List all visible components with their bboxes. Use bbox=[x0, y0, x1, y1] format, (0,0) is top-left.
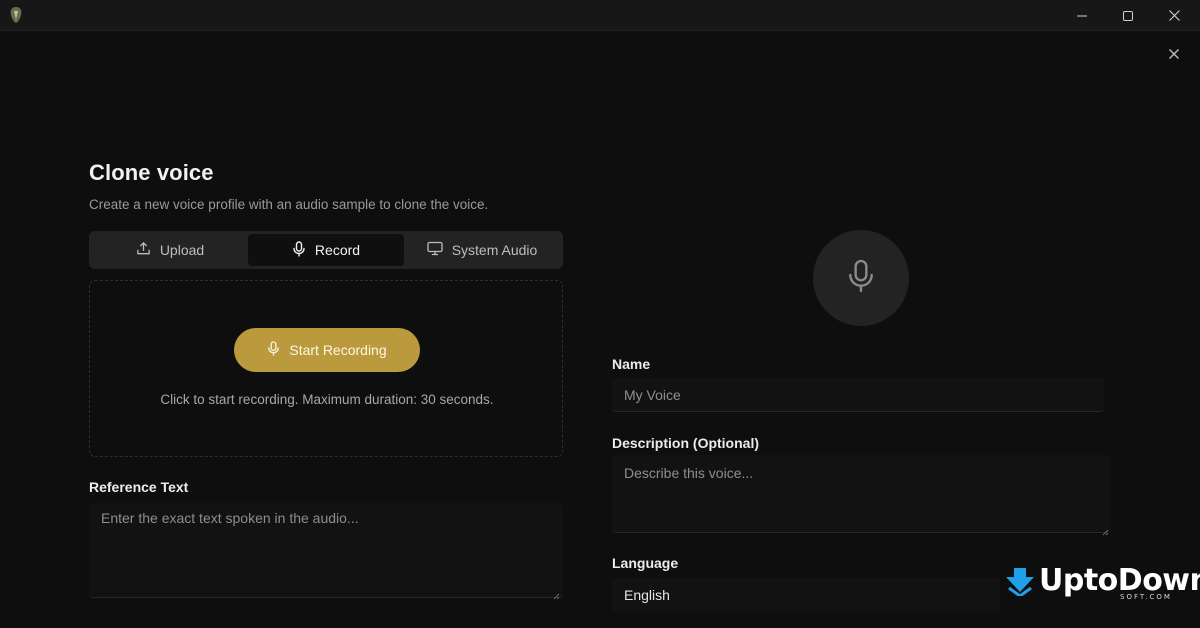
start-recording-button[interactable]: Start Recording bbox=[234, 328, 420, 372]
watermark-subtext: SOFT.COM bbox=[1120, 593, 1172, 601]
reference-text-label: Reference Text bbox=[89, 479, 189, 495]
app-logo-icon bbox=[8, 6, 24, 24]
maximize-button[interactable] bbox=[1105, 0, 1151, 31]
tab-record[interactable]: Record bbox=[248, 234, 404, 266]
reference-text-placeholder: Enter the exact text spoken in the audio… bbox=[101, 510, 359, 526]
reference-text-input[interactable]: Enter the exact text spoken in the audio… bbox=[89, 503, 563, 600]
name-label: Name bbox=[612, 356, 651, 372]
upload-icon bbox=[136, 241, 151, 259]
close-icon bbox=[1169, 46, 1179, 64]
tab-system-audio-label: System Audio bbox=[451, 242, 538, 258]
tab-upload[interactable]: Upload bbox=[92, 234, 248, 266]
record-dropzone: Start Recording Click to start recording… bbox=[89, 280, 563, 457]
dialog-close-button[interactable] bbox=[1163, 44, 1185, 66]
record-hint: Click to start recording. Maximum durati… bbox=[160, 392, 494, 407]
app-window: Clone voice Create a new voice profile w… bbox=[0, 0, 1200, 628]
tab-upload-label: Upload bbox=[159, 242, 205, 258]
uptodown-watermark: UptoDown SOFT.COM bbox=[1005, 566, 1200, 602]
dialog-title: Clone voice bbox=[89, 160, 214, 185]
title-bar bbox=[0, 0, 1200, 31]
microphone-icon bbox=[846, 258, 876, 299]
resize-handle-icon[interactable] bbox=[1101, 523, 1109, 536]
name-placeholder: My Voice bbox=[624, 387, 681, 403]
description-input[interactable]: Describe this voice... bbox=[612, 455, 1110, 536]
tab-system-audio[interactable]: System Audio bbox=[404, 234, 560, 266]
language-value: English bbox=[624, 587, 670, 603]
name-input[interactable]: My Voice bbox=[612, 378, 1104, 412]
description-placeholder: Describe this voice... bbox=[624, 465, 754, 481]
description-label: Description (Optional) bbox=[612, 435, 759, 451]
tab-record-label: Record bbox=[314, 242, 361, 258]
uptodown-logo-icon bbox=[1005, 568, 1035, 601]
start-recording-label: Start Recording bbox=[289, 342, 387, 358]
dialog-subtitle: Create a new voice profile with an audio… bbox=[89, 197, 489, 212]
language-select[interactable]: English bbox=[612, 578, 1000, 612]
resize-handle-icon[interactable] bbox=[552, 587, 560, 600]
language-label: Language bbox=[612, 555, 679, 571]
voice-avatar[interactable] bbox=[813, 230, 909, 326]
source-tabs: Upload Record System Audio bbox=[89, 231, 563, 269]
monitor-icon bbox=[427, 241, 443, 259]
microphone-icon bbox=[267, 341, 280, 359]
minimize-button[interactable] bbox=[1059, 0, 1105, 31]
window-close-button[interactable] bbox=[1151, 0, 1197, 31]
watermark-text: UptoDown bbox=[1039, 563, 1200, 598]
microphone-icon bbox=[292, 240, 306, 260]
